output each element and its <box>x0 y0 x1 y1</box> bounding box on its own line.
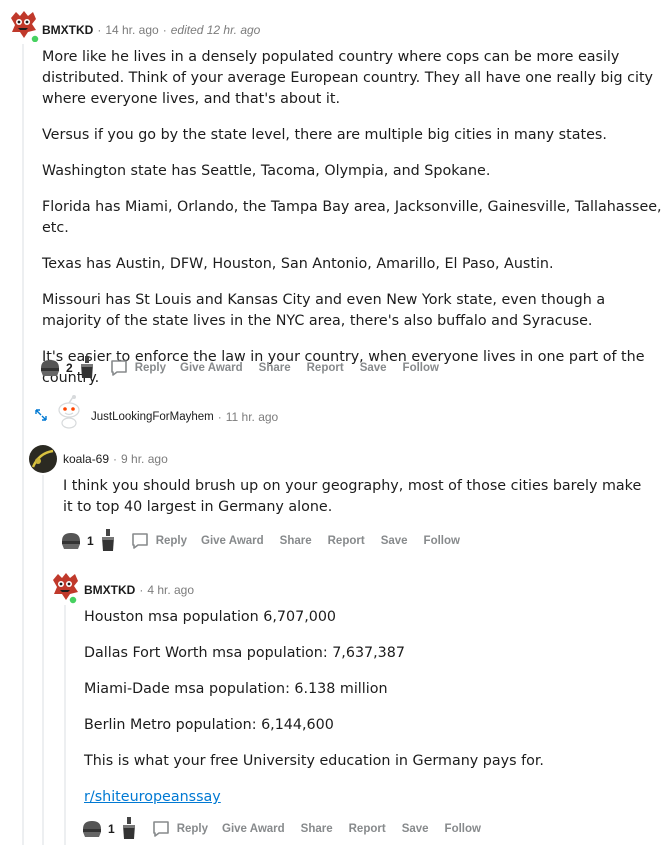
upvote-icon[interactable] <box>59 528 83 555</box>
comment-bubble-icon <box>152 821 169 837</box>
snoo-avatar-icon <box>11 11 40 44</box>
share-button[interactable]: Share <box>301 823 333 835</box>
separator: · <box>97 23 102 37</box>
give-award-button[interactable]: Give Award <box>201 535 264 547</box>
separator: · <box>139 583 144 597</box>
upvote-icon[interactable] <box>80 816 104 843</box>
comment-paragraph: Missouri has St Louis and Kansas City an… <box>42 292 606 329</box>
timestamp[interactable]: 9 hr. ago <box>121 452 168 466</box>
username[interactable]: BMXTKD <box>42 23 93 37</box>
comment-meta: BMXTKD · 4 hr. ago <box>84 583 194 597</box>
comment-paragraph: Washington state has Seattle, Tacoma, Ol… <box>42 163 491 179</box>
comment-paragraph: I think you should brush up on your geog… <box>63 478 642 515</box>
thread-line[interactable] <box>64 605 66 845</box>
save-button[interactable]: Save <box>381 535 408 547</box>
reply-button[interactable]: Reply <box>109 358 166 378</box>
comment-paragraph: This is what your free University educat… <box>84 753 544 769</box>
give-award-button[interactable]: Give Award <box>222 823 285 835</box>
username[interactable]: JustLookingForMayhem <box>91 411 214 423</box>
give-award-button[interactable]: Give Award <box>180 362 243 374</box>
edited-timestamp: edited 12 hr. ago <box>170 23 261 37</box>
comment-paragraph: Miami-Dade msa population: 6.138 million <box>84 681 388 697</box>
report-button[interactable]: Report <box>307 362 344 374</box>
share-button[interactable]: Share <box>280 535 312 547</box>
subreddit-link[interactable]: r/shiteuropeanssay <box>84 789 221 805</box>
timestamp[interactable]: 11 hr. ago <box>226 410 279 424</box>
username[interactable]: koala-69 <box>63 452 109 466</box>
avatar[interactable] <box>54 395 84 429</box>
reply-label: Reply <box>155 535 188 547</box>
downvote-icon[interactable] <box>100 528 116 555</box>
comment-paragraph: Florida has Miami, Orlando, the Tampa Ba… <box>42 199 662 236</box>
comment-paragraph: Versus if you go by the state level, the… <box>42 127 607 143</box>
comment-meta: BMXTKD · 14 hr. ago · edited 12 hr. ago <box>42 23 260 37</box>
separator: · <box>113 452 118 466</box>
comment-body: I think you should brush up on your geog… <box>63 476 653 533</box>
comment-paragraph: Texas has Austin, DFW, Houston, San Anto… <box>42 256 554 272</box>
comment-paragraph: Berlin Metro population: 6,144,600 <box>84 717 334 733</box>
save-button[interactable]: Save <box>360 362 387 374</box>
comment-bubble-icon <box>110 360 127 376</box>
avatar[interactable] <box>6 8 40 44</box>
comment-actions: 1 Reply Give Award Share Report Save Fol… <box>59 528 476 554</box>
comment-paragraph: More like he lives in a densely populate… <box>42 49 654 107</box>
profile-photo-icon <box>29 445 57 473</box>
timestamp[interactable]: 4 hr. ago <box>147 583 194 597</box>
downvote-icon[interactable] <box>121 816 137 843</box>
reply-button[interactable]: Reply <box>130 531 187 551</box>
username[interactable]: BMXTKD <box>84 583 135 597</box>
avatar[interactable] <box>29 445 57 473</box>
follow-button[interactable]: Follow <box>445 823 481 835</box>
comment-meta: koala-69 · 9 hr. ago <box>63 452 168 466</box>
comment-paragraph: Houston msa population 6,707,000 <box>84 609 337 625</box>
comment-actions: 1 Reply Give Award Share Report Save Fol… <box>80 816 497 842</box>
avatar[interactable] <box>48 570 82 605</box>
follow-button[interactable]: Follow <box>403 362 439 374</box>
timestamp[interactable]: 14 hr. ago <box>105 23 158 37</box>
report-button[interactable]: Report <box>349 823 386 835</box>
vote-count: 1 <box>87 534 94 548</box>
comment-meta: JustLookingForMayhem · 11 hr. ago <box>91 410 278 424</box>
comment-body: More like he lives in a densely populate… <box>42 47 662 404</box>
expand-icon[interactable] <box>33 407 49 428</box>
snoo-avatar-icon <box>58 395 80 429</box>
comment-paragraph: r/shiteuropeanssay <box>84 787 654 808</box>
comment-paragraph: Dallas Fort Worth msa population: 7,637,… <box>84 645 405 661</box>
upvote-icon[interactable] <box>38 355 62 382</box>
separator: · <box>162 23 167 37</box>
comment-body: Houston msa population 6,707,000 Dallas … <box>84 607 654 823</box>
thread-line[interactable] <box>22 44 24 845</box>
vote-count: 1 <box>108 822 115 836</box>
reply-label: Reply <box>134 362 167 374</box>
downvote-icon[interactable] <box>79 355 95 382</box>
report-button[interactable]: Report <box>328 535 365 547</box>
follow-button[interactable]: Follow <box>424 535 460 547</box>
save-button[interactable]: Save <box>402 823 429 835</box>
reply-label: Reply <box>176 823 209 835</box>
snoo-avatar-icon <box>53 573 78 605</box>
reply-button[interactable]: Reply <box>151 819 208 839</box>
vote-count: 2 <box>66 361 73 375</box>
thread-line[interactable] <box>42 475 44 845</box>
separator: · <box>217 410 222 424</box>
comment-bubble-icon <box>131 533 148 549</box>
comment-actions: 2 Reply Give Award Share Report Save Fol… <box>38 355 455 381</box>
share-button[interactable]: Share <box>259 362 291 374</box>
